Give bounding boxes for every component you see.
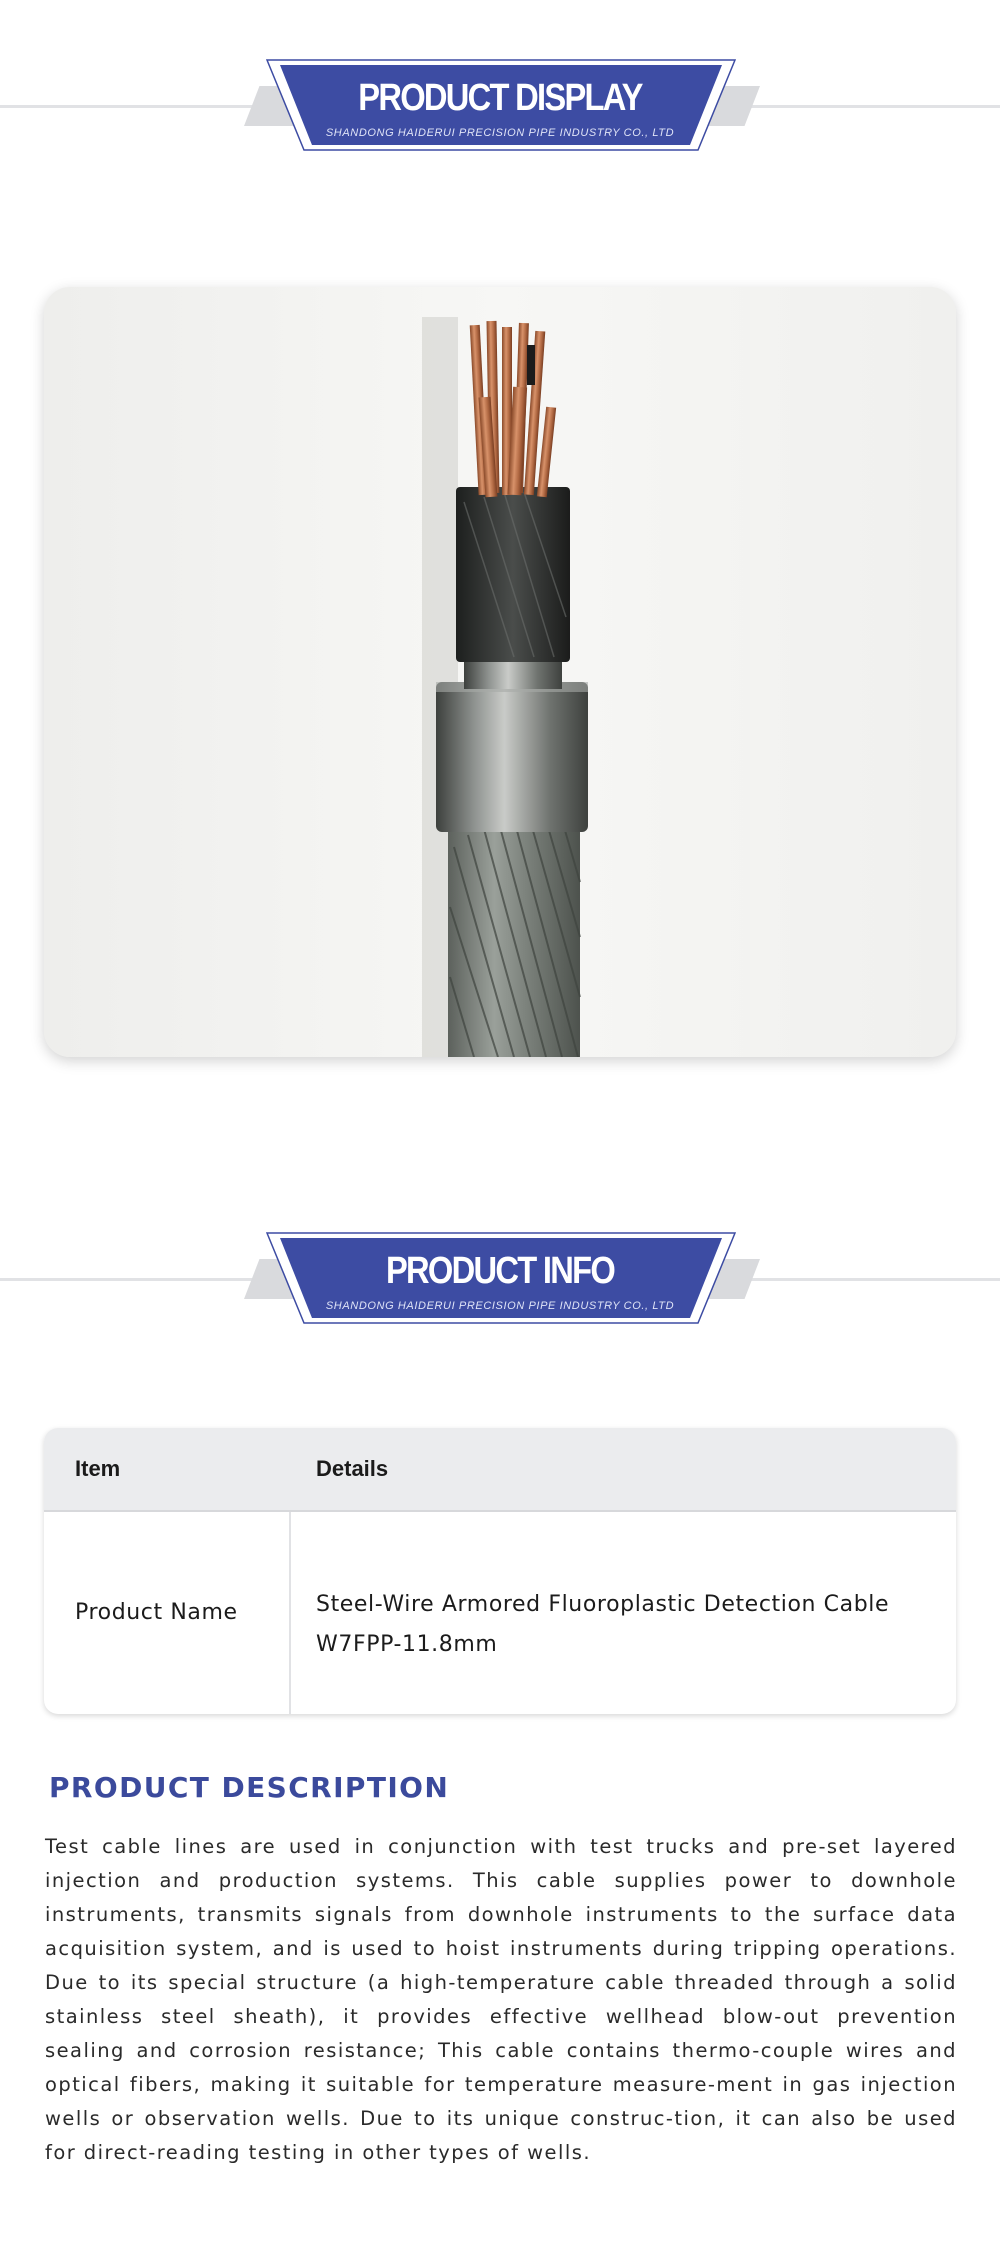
table-cell-details: Steel-Wire Armored Fluoroplastic Detecti… bbox=[316, 1585, 936, 1665]
banner-title: PRODUCT DISPLAY bbox=[358, 77, 643, 119]
product-display-banner: PRODUCT DISPLAY SHANDONG HAIDERUI PRECIS… bbox=[0, 59, 1000, 159]
product-info-table: Item Details Product Name Steel-Wire Arm… bbox=[44, 1428, 956, 1714]
product-info-banner: PRODUCT INFO SHANDONG HAIDERUI PRECISION… bbox=[0, 1232, 1000, 1332]
table-header-item: Item bbox=[75, 1456, 121, 1481]
table-cell-item: Product Name bbox=[75, 1600, 238, 1625]
description-body: Test cable lines are used in conjunction… bbox=[45, 1835, 957, 2164]
table-column-divider bbox=[289, 1512, 291, 1714]
table-header-row: Item Details bbox=[44, 1428, 956, 1512]
details-line-1: Steel-Wire Armored Fluoroplastic Detecti… bbox=[316, 1592, 890, 1617]
description-heading: PRODUCT DESCRIPTION bbox=[49, 1771, 450, 1804]
product-photo bbox=[44, 287, 956, 1057]
banner-subtitle: SHANDONG HAIDERUI PRECISION PIPE INDUSTR… bbox=[325, 127, 675, 139]
table-header-details: Details bbox=[316, 1456, 389, 1481]
details-line-2: W7FPP-11.8mm bbox=[316, 1632, 498, 1657]
cable-image bbox=[44, 287, 956, 1057]
banner-title: PRODUCT INFO bbox=[385, 1250, 616, 1292]
banner-subtitle: SHANDONG HAIDERUI PRECISION PIPE INDUSTR… bbox=[325, 1300, 675, 1312]
